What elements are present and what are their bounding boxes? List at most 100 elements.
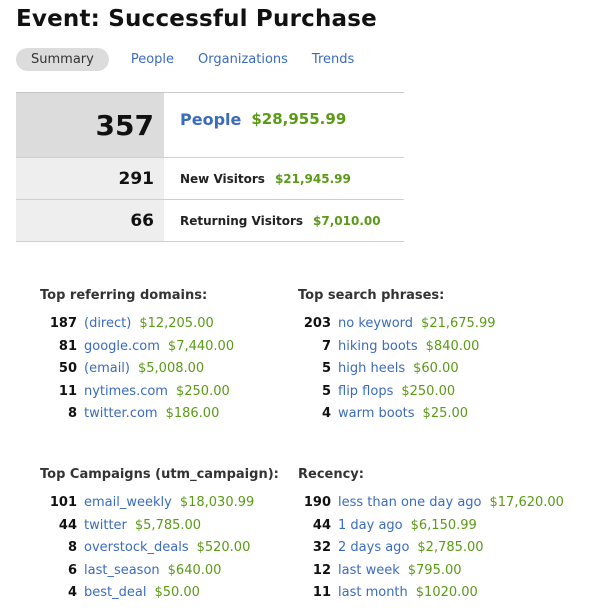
item-count: 7 <box>321 338 331 354</box>
item-value: $7,440.00 <box>167 338 235 354</box>
item-link[interactable]: warm boots <box>338 406 415 421</box>
item-link[interactable]: last week <box>338 563 400 578</box>
item-link[interactable]: last month <box>338 585 408 600</box>
item-count: 5 <box>321 361 331 376</box>
people-amount: $28,955.99 <box>251 110 347 128</box>
item-link[interactable]: (direct) <box>84 316 131 331</box>
item-link[interactable]: nytimes.com <box>84 384 168 399</box>
page-title: Event: Successful Purchase <box>16 6 377 32</box>
item-count: 203 <box>303 316 331 331</box>
returning-visitors-count: 66 <box>16 200 164 241</box>
item-count: 44 <box>312 517 331 533</box>
item-value: $520.00 <box>196 540 251 555</box>
item-count: 11 <box>312 585 331 600</box>
list-item: 11 nytimes.com $250.00 <box>40 381 234 404</box>
item-value: $12,205.00 <box>139 316 214 331</box>
item-value: $795.00 <box>407 562 462 578</box>
item-link[interactable]: less than one day ago <box>338 495 482 510</box>
item-link[interactable]: twitter.com <box>84 406 158 421</box>
list-item: 50 (email) $5,008.00 <box>40 358 234 381</box>
item-count: 4 <box>321 406 331 421</box>
item-count: 32 <box>312 540 331 555</box>
tab-people[interactable]: People <box>131 52 174 67</box>
tab-trends[interactable]: Trends <box>312 52 354 67</box>
list-item: 44 1 day ago $6,150.99 <box>298 515 564 538</box>
item-count: 44 <box>58 517 77 533</box>
list-item: 4 best_deal $50.00 <box>40 582 279 605</box>
people-link[interactable]: People <box>180 110 241 129</box>
item-link[interactable]: overstock_deals <box>84 540 189 555</box>
list-item: 6 last_season $640.00 <box>40 560 279 583</box>
list-item: 7 hiking boots $840.00 <box>298 336 495 359</box>
item-link[interactable]: hiking boots <box>338 339 418 354</box>
item-value: $2,785.00 <box>417 540 484 555</box>
item-value: $250.00 <box>175 383 230 399</box>
item-link[interactable]: email_weekly <box>84 495 172 510</box>
item-value: $18,030.99 <box>179 495 255 510</box>
item-count: 50 <box>58 361 77 376</box>
item-link[interactable]: best_deal <box>84 585 146 600</box>
item-link[interactable]: no keyword <box>338 316 413 331</box>
stats-row-people: 357 People $28,955.99 <box>16 93 404 158</box>
item-link[interactable]: flip flops <box>338 384 393 399</box>
item-value: $17,620.00 <box>489 495 564 510</box>
stats-row-returning-visitors: 66 Returning Visitors $7,010.00 <box>16 200 404 242</box>
item-value: $1020.00 <box>415 585 478 600</box>
section-title: Top referring domains: <box>40 288 208 303</box>
item-count: 187 <box>49 316 77 331</box>
tab-organizations[interactable]: Organizations <box>198 52 288 67</box>
top-search-phrases: Top search phrases: 203 no keyword $21,675… <box>298 288 495 426</box>
new-visitors-amount: $21,945.99 <box>274 171 351 186</box>
list-item: 4 warm boots $25.00 <box>298 403 495 426</box>
item-count: 81 <box>58 338 77 354</box>
item-count: 6 <box>67 562 77 578</box>
list-item: 44 twitter $5,785.00 <box>40 515 279 538</box>
item-value: $50.00 <box>154 585 200 600</box>
item-count: 11 <box>58 383 77 399</box>
list-item: 101 email_weekly $18,030.99 <box>40 492 279 515</box>
list-item: 11 last month $1020.00 <box>298 582 564 605</box>
item-link[interactable]: 1 day ago <box>338 518 403 533</box>
list-item: 8 overstock_deals $520.00 <box>40 537 279 560</box>
item-count: 190 <box>303 495 331 510</box>
item-link[interactable]: twitter <box>84 518 127 533</box>
list-item: 203 no keyword $21,675.99 <box>298 313 496 336</box>
item-value: $6,150.99 <box>410 517 477 533</box>
list-item: 5 flip flops $250.00 <box>298 381 495 404</box>
tab-summary[interactable]: Summary <box>16 47 109 71</box>
list-item: 12 last week $795.00 <box>298 560 564 583</box>
item-count: 12 <box>312 562 331 578</box>
visitor-stats-table: 357 People $28,955.99 291 New Visitors $… <box>16 92 404 242</box>
item-link[interactable]: high heels <box>338 361 405 376</box>
top-referring-domains: Top referring domains: 187 (direct) $12,20… <box>40 288 234 426</box>
returning-visitors-amount: $7,010.00 <box>313 213 381 228</box>
item-value: $5,008.00 <box>138 361 205 376</box>
item-count: 8 <box>67 406 77 421</box>
item-value: $5,785.00 <box>134 517 202 533</box>
item-value: $25.00 <box>422 406 469 421</box>
item-link[interactable]: google.com <box>84 339 160 354</box>
item-count: 101 <box>49 495 77 510</box>
tab-bar: Summary People Organizations Trends <box>16 47 378 71</box>
list-item: 8 twitter.com $186.00 <box>40 403 234 426</box>
list-item: 187 (direct) $12,205.00 <box>40 313 234 336</box>
item-link[interactable]: last_season <box>84 563 160 578</box>
stats-row-new-visitors: 291 New Visitors $21,945.99 <box>16 158 404 200</box>
section-title: Recency: <box>298 467 364 482</box>
item-count: 8 <box>67 540 77 555</box>
item-value: $186.00 <box>165 406 220 421</box>
returning-visitors-label: Returning Visitors <box>180 213 304 228</box>
top-campaigns: Top Campaigns (utm_campaign): 101 email_w… <box>40 467 279 605</box>
section-title: Top search phrases: <box>298 288 445 303</box>
item-link[interactable]: (email) <box>84 361 130 376</box>
item-count: 4 <box>67 585 77 600</box>
item-value: $21,675.99 <box>421 316 496 331</box>
recency: Recency: 190 less than one day ago $17,620… <box>298 467 564 605</box>
item-value: $60.00 <box>413 361 459 376</box>
people-count: 357 <box>16 93 164 157</box>
item-value: $250.00 <box>401 383 456 399</box>
item-link[interactable]: 2 days ago <box>338 540 409 555</box>
item-count: 5 <box>321 383 331 399</box>
item-value: $640.00 <box>167 562 222 578</box>
list-item: 5 high heels $60.00 <box>298 358 495 381</box>
